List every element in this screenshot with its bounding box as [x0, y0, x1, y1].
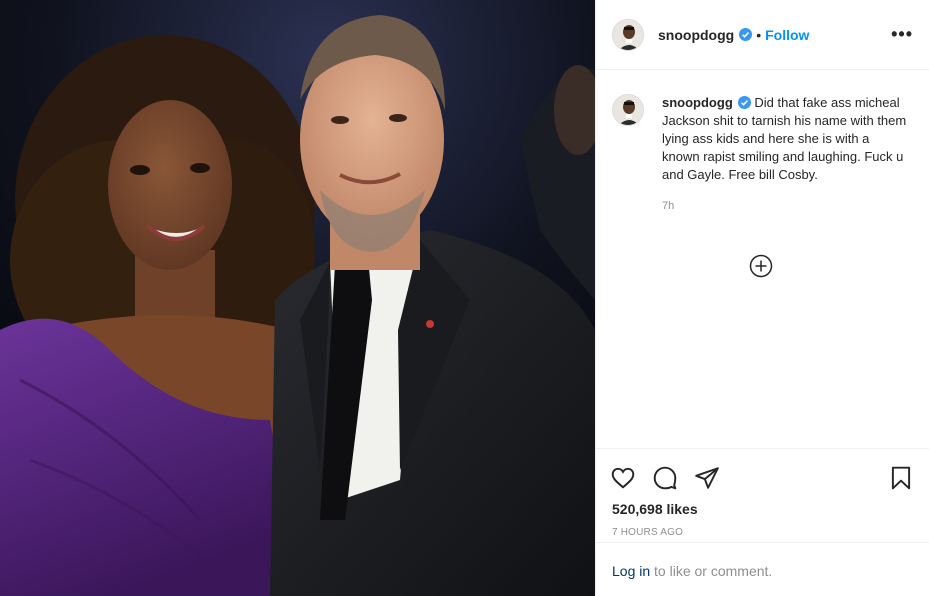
- comment-icon[interactable]: [652, 465, 678, 491]
- post-header: snoopdogg • Follow •••: [596, 0, 929, 70]
- share-icon[interactable]: [694, 465, 720, 491]
- caption-username[interactable]: snoopdogg: [662, 95, 733, 110]
- load-more-comments-icon[interactable]: [749, 254, 773, 278]
- post-timestamp[interactable]: 7 HOURS AGO: [596, 517, 929, 538]
- avatar-icon: [613, 95, 643, 125]
- more-options-icon[interactable]: •••: [891, 24, 913, 45]
- login-link[interactable]: Log in: [612, 563, 650, 579]
- heart-icon[interactable]: [610, 465, 636, 491]
- verified-badge-icon: [739, 28, 753, 41]
- header-username[interactable]: snoopdogg: [658, 27, 734, 43]
- login-prompt-text: to like or comment.: [650, 563, 773, 579]
- avatar[interactable]: [612, 18, 644, 51]
- header-separator: •: [756, 26, 762, 43]
- caption-avatar[interactable]: [612, 94, 644, 126]
- bookmark-icon[interactable]: [888, 465, 914, 491]
- verified-badge-icon: [737, 96, 751, 109]
- login-prompt: Log in to like or comment.: [596, 542, 929, 596]
- follow-button[interactable]: Follow: [765, 27, 809, 43]
- likes-count[interactable]: 520,698 likes: [596, 497, 929, 517]
- caption-time[interactable]: 7h: [662, 200, 908, 212]
- caption-body: snoopdogg Did that fake ass micheal Jack…: [662, 94, 908, 448]
- post-photo[interactable]: [0, 0, 595, 596]
- caption-text: snoopdogg Did that fake ass micheal Jack…: [662, 94, 908, 184]
- post-side-panel: snoopdogg • Follow ••• snoopdogg Did tha…: [595, 0, 929, 596]
- action-bar: [596, 449, 929, 497]
- post-photo-illustration: [0, 0, 595, 596]
- actions-section: 520,698 likes 7 HOURS AGO: [596, 448, 929, 538]
- avatar-icon: [613, 19, 643, 50]
